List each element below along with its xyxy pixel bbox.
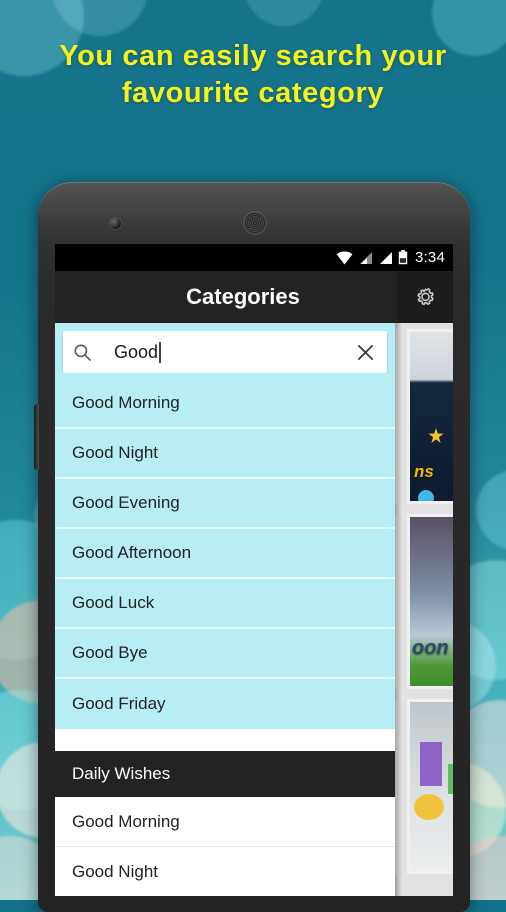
search-overlay: Good Good Morning Good Night Good Evenin… [55,323,395,896]
bokeh-circle [244,0,324,26]
search-input[interactable]: Good [63,331,387,373]
settings-button[interactable] [397,271,453,323]
suggestion-label: Good Night [72,443,158,462]
wifi-icon [336,251,353,264]
list-item[interactable]: Good Morning [55,797,395,847]
list-item[interactable]: Good Afternoon [55,529,395,579]
search-zone: Good [55,323,395,373]
suggestion-label: Good Bye [72,643,148,662]
list-item[interactable]: Good Bye [55,629,395,679]
result-label: Good Morning [72,811,180,831]
result-list: Good Morning Good Night [55,797,395,896]
suggestion-list-spacer [55,729,395,751]
list-item[interactable]: Good Friday [55,679,395,729]
category-thumbnail-label: ns [414,462,434,481]
suggestion-label: Good Evening [72,493,180,512]
section-header: Daily Wishes [55,751,395,797]
suggestion-label: Good Morning [72,393,180,412]
category-thumbnail-label: oon [412,637,449,659]
app-toolbar: Categories [55,271,453,323]
status-bar-clock: 3:34 [415,249,445,266]
suggestion-label: Good Luck [72,593,155,612]
signal-icon [360,251,372,264]
bokeh-circle [476,470,506,550]
overlay-scrim [395,323,402,896]
text-caret [159,341,161,363]
earpiece-speaker-icon [244,212,266,234]
category-thumbnail[interactable]: ns [407,329,453,504]
section-header-label: Daily Wishes [72,764,171,783]
promo-headline: You can easily search your favourite cat… [0,38,506,112]
search-text-wrap: Good [92,341,356,363]
promo-headline-line1: You can easily search your [59,40,447,72]
front-camera-icon [110,218,121,229]
suggestion-label: Good Afternoon [72,543,192,562]
status-bar: 3:34 [55,244,453,271]
search-icon [74,343,91,361]
page-title: Categories [186,284,300,309]
signal-icon [380,251,392,264]
battery-icon [398,250,408,265]
suggestion-label: Good Friday [72,694,166,713]
list-item[interactable]: Good Night [55,847,395,896]
gear-icon [416,287,434,305]
result-label: Good Night [72,861,158,881]
phone-mockup: 3:34 Categories ns oon Good Good Morning… [34,182,470,912]
phone-screen: 3:34 Categories ns oon Good Good Morning… [55,244,453,896]
power-button[interactable] [34,404,39,470]
category-thumbnail[interactable] [407,699,453,874]
list-item[interactable]: Good Night [55,429,395,479]
promo-headline-line2: favourite category [121,77,385,109]
list-item[interactable]: Good Morning [55,379,395,429]
search-suggestion-list: Good Morning Good Night Good Evening Goo… [55,373,395,729]
search-value: Good [114,341,159,362]
list-item[interactable]: Good Luck [55,579,395,629]
category-thumbnail[interactable]: oon [407,514,453,689]
close-icon[interactable] [356,343,375,362]
list-item[interactable]: Good Evening [55,479,395,529]
